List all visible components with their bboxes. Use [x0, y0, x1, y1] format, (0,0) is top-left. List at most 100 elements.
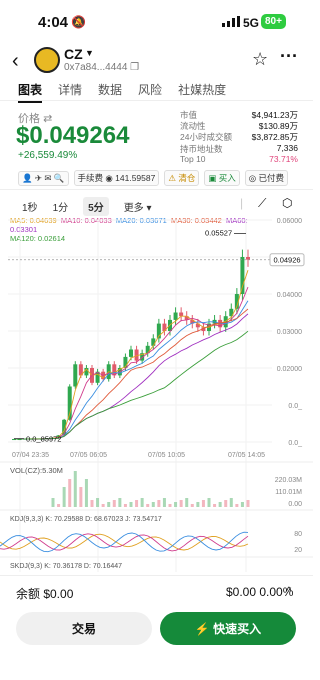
indicator-icon[interactable]: ⟋ [258, 196, 266, 211]
volume-bar [151, 502, 155, 507]
balance-label: 余额 $0.00 [16, 587, 74, 601]
battery-badge: 80+ [261, 14, 286, 29]
current-price: $0.049264 [16, 122, 130, 149]
volume-bar [140, 498, 144, 507]
settings-icon[interactable]: ⬡ [282, 196, 292, 210]
token-avatar [34, 47, 60, 73]
volume-bar [168, 504, 172, 507]
address-text: 0x7a84...4444 [64, 62, 128, 73]
volume-bar [118, 498, 122, 507]
clear-label: 清仓 [178, 173, 196, 183]
stat-row: 持币地址数 7,336 [180, 143, 298, 154]
x-tick-label: 07/05 14:05 [228, 452, 265, 459]
high-marker-label: 0.05527 [205, 228, 232, 237]
vol-tick-label: 0.00 [288, 501, 302, 508]
volume-bar [235, 504, 239, 507]
x-tick-label: 07/04 23:35 [12, 452, 49, 459]
fee-value: 141.59587 [115, 173, 156, 183]
volume-bar [101, 504, 105, 507]
copy-icon[interactable]: ❐ [130, 62, 139, 73]
token-stats: 市值 $4,941.23万 流动性 $130.89万 24小时成交额 $3,872.8… [180, 109, 298, 165]
chips-divider [0, 189, 313, 190]
candle-body [129, 349, 133, 357]
volume-bar [207, 498, 211, 507]
token-address[interactable]: 0x7a84...4444 ❐ [64, 62, 139, 73]
candle-body [151, 338, 156, 346]
balance-right: $0.00 0.00% [226, 585, 294, 599]
stat-label: 持币地址数 [180, 143, 223, 154]
status-bar: 4:04 🔕 5G 80+ [0, 0, 313, 40]
stat-value: $4,941.23万 [251, 110, 298, 120]
volume-bar [179, 500, 183, 507]
trade-button[interactable]: 交易 [16, 612, 152, 645]
volume-bar [146, 504, 150, 507]
token-name[interactable]: CZ [64, 46, 83, 62]
y-tick-label: 0.03000 [277, 329, 302, 336]
fee-label: 手续费 [77, 173, 104, 183]
tabs-divider [0, 100, 313, 101]
candle-body [179, 312, 184, 317]
quick-buy-button[interactable]: ⚡ 快速买入 [160, 612, 296, 645]
volume-bar [190, 504, 194, 507]
stat-label: 24小时成交额 [180, 132, 232, 143]
chevron-down-icon[interactable]: ▼ [85, 48, 94, 58]
volume-bar [57, 504, 61, 507]
volume-bar [240, 502, 244, 507]
ma30-line [14, 308, 249, 440]
candle-body [73, 364, 78, 387]
favorite-star-icon[interactable]: ☆ [252, 49, 268, 70]
y-tick-label: 0.04000 [277, 292, 302, 299]
volume-bar [112, 500, 116, 507]
chevron-up-icon[interactable]: ^ [286, 584, 292, 598]
volume-bar [79, 487, 83, 507]
volume-bar [157, 500, 161, 507]
current-price-label: 0.04926 [273, 256, 300, 265]
y-tick-label: 0.0_ [288, 403, 302, 410]
social-links[interactable]: 👤 ✈ ✉ 🔍 [18, 170, 69, 186]
paid-chip[interactable]: ◎ 已付费 [244, 170, 289, 186]
stat-value: $130.89万 [258, 121, 298, 132]
stat-label: 市值 [180, 110, 198, 120]
volume-bar [73, 471, 77, 507]
signal-icon [222, 16, 240, 27]
kdj-tick-label: 20 [294, 547, 302, 554]
volume-bar [229, 498, 233, 507]
ma10-line [14, 286, 249, 440]
more-icon[interactable]: ··· [280, 46, 298, 67]
y-tick-label: 0.06000 [277, 218, 302, 225]
volume-bar [96, 498, 100, 507]
candle-body [240, 257, 245, 294]
fee-chip[interactable]: 手续费 ◉ 141.59587 [73, 170, 160, 186]
kdj-j-line [0, 531, 249, 553]
token-chips: 👤 ✈ ✉ 🔍 手续费 ◉ 141.59587 ⚠ 清仓 ▣ 买入 ◎ 已付费 [18, 170, 289, 186]
stat-row: 市值 $4,941.23万 [180, 109, 298, 120]
price-chart[interactable]: 0.060000.050000.040000.030000.020000.0_0… [0, 212, 313, 572]
ma60-line [14, 313, 249, 440]
volume-bar [224, 500, 228, 507]
network-label: 5G [243, 16, 260, 30]
bottom-bar: 余额 $0.00 $0.00 0.00% ^ 交易 ⚡ 快速买入 [0, 575, 313, 680]
mute-icon: 🔕 [71, 15, 86, 29]
volume-bar [201, 500, 205, 507]
volume-bar [90, 500, 94, 507]
volume-bar [123, 504, 127, 507]
buy-chip[interactable]: ▣ 买入 [204, 170, 240, 186]
stat-row: 流动性 $130.89万 [180, 120, 298, 131]
x-tick-label: 07/05 06:05 [70, 452, 107, 459]
stat-row: Top 10 73.71% [180, 154, 298, 165]
quick-buy-label: 快速买入 [213, 622, 262, 636]
vol-tick-label: 220.03M [275, 477, 302, 484]
stat-label: 流动性 [180, 121, 206, 132]
volume-bar [185, 498, 189, 507]
back-icon[interactable]: ‹ [12, 50, 19, 73]
stat-value: $3,872.85万 [251, 132, 298, 143]
paid-label: 已付费 [258, 173, 285, 183]
vol-tick-label: 110.01M [275, 489, 302, 496]
kdj-label: KDJ(9,3,3) K: 70.29588 D: 68.67023 J: 73… [10, 516, 162, 523]
stat-value: 7,336 [276, 142, 298, 153]
volume-bar [196, 502, 200, 507]
volume-bar [129, 502, 133, 507]
y-tick-label: 0.0_ [288, 440, 302, 447]
clear-chip[interactable]: ⚠ 清仓 [164, 170, 200, 186]
y-tick-label: 0.02000 [277, 366, 302, 373]
